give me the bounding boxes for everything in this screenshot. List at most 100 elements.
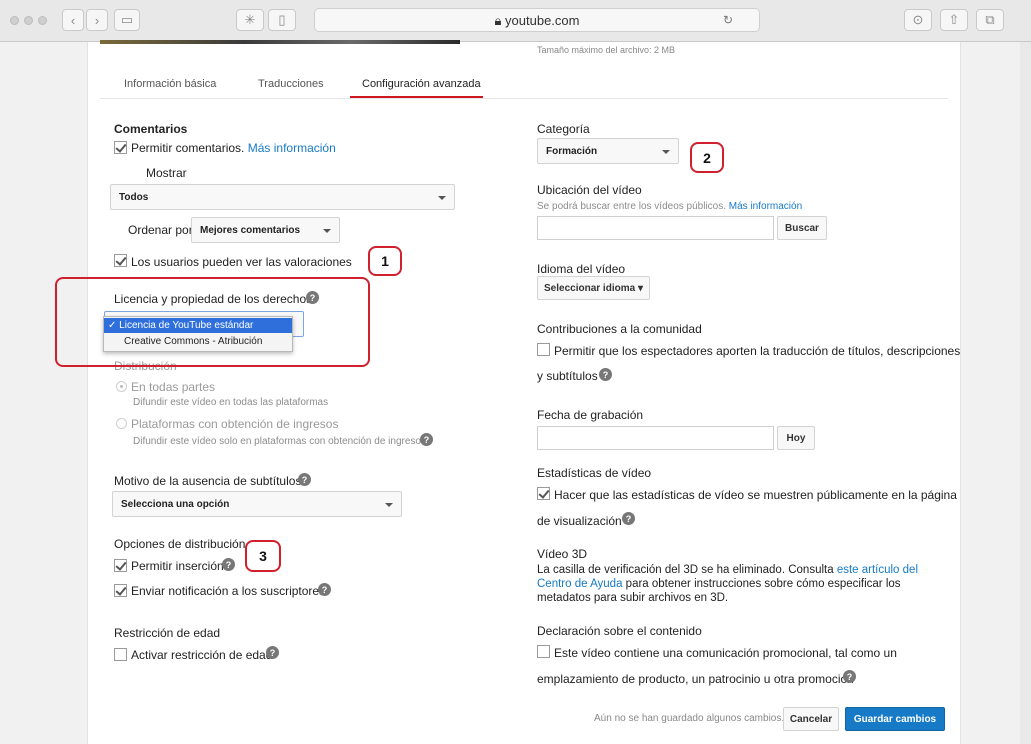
chevron-down-icon <box>323 229 331 233</box>
paid-promotion-label-2: emplazamiento de producto, un patrocinio… <box>537 672 854 686</box>
video-3d-text-3: metadatos para subir archivos en 3D. <box>537 592 729 604</box>
save-changes-button[interactable]: Guardar cambios <box>845 707 945 731</box>
help-icon[interactable]: ? <box>318 583 331 596</box>
distribution-options-title: Opciones de distribución <box>114 537 246 551</box>
video-stats-title: Estadísticas de vídeo <box>537 466 652 480</box>
age-restriction-checkbox[interactable] <box>114 648 127 661</box>
reload-icon[interactable]: ↻ <box>723 13 733 27</box>
community-title: Contribuciones a la comunidad <box>537 322 702 336</box>
thumbnail-strip <box>100 40 460 44</box>
show-comments-select[interactable]: Todos <box>110 184 455 210</box>
chevron-down-icon <box>385 503 393 507</box>
community-contrib-label-1: Permitir que los espectadores aporten la… <box>554 344 961 358</box>
content-declaration-title: Declaración sobre el contenido <box>537 624 702 638</box>
address-bar[interactable]: 🔒︎ youtube.com ↻ <box>314 8 760 32</box>
chevron-down-icon <box>662 150 670 154</box>
distribution-everywhere-desc: Difundir este vídeo en todas las platafo… <box>133 397 329 408</box>
public-stats-checkbox[interactable] <box>537 487 550 500</box>
paid-promotion-checkbox[interactable] <box>537 645 550 658</box>
video-3d-title: Vídeo 3D <box>537 547 588 561</box>
chevron-down-icon <box>438 196 446 200</box>
help-icon[interactable]: ? <box>222 558 235 571</box>
page-left-margin <box>0 42 88 744</box>
annotation-highlight-box <box>55 277 370 367</box>
url-text: youtube.com <box>505 13 580 28</box>
sort-by-label: Ordenar por <box>128 223 193 237</box>
help-icon[interactable]: ? <box>843 670 856 683</box>
comments-title: Comentarios <box>114 122 188 136</box>
distribution-monetized-label: Plataformas con obtención de ingresos <box>131 417 339 431</box>
annotation-marker-3: 3 <box>245 540 281 572</box>
show-label: Mostrar <box>146 166 187 180</box>
category-title: Categoría <box>537 122 590 136</box>
today-button[interactable]: Hoy <box>777 426 815 450</box>
browser-toolbar: ‹ › ▭ ✳ ▯ 🔒︎ youtube.com ↻ ⊙ ⇧ ⧉ <box>0 0 1031 42</box>
tab-translations[interactable]: Traducciones <box>258 78 324 90</box>
location-input[interactable] <box>537 216 774 240</box>
cancel-button[interactable]: Cancelar <box>783 707 839 731</box>
ratings-visible-label: Los usuarios pueden ver las valoraciones <box>131 255 352 269</box>
recording-date-input[interactable] <box>537 426 774 450</box>
help-icon[interactable]: ? <box>420 433 433 446</box>
location-more-info-link[interactable]: Más información <box>729 201 802 212</box>
back-icon[interactable]: ‹ <box>62 9 84 31</box>
sidebar-icon[interactable]: ▭ <box>114 9 140 31</box>
language-title: Idioma del vídeo <box>537 262 626 276</box>
tab-advanced-settings[interactable]: Configuración avanzada <box>362 78 481 90</box>
help-icon[interactable]: ? <box>599 368 612 381</box>
video-3d-text-2: Centro de Ayuda para obtener instruccion… <box>537 578 901 590</box>
public-stats-label-1: Hacer que las estadísticas de vídeo se m… <box>554 488 957 502</box>
annotation-marker-2: 2 <box>690 142 724 173</box>
no-subtitles-title: Motivo de la ausencia de subtítulos <box>114 474 302 488</box>
location-title: Ubicación del vídeo <box>537 183 642 197</box>
lock-icon: 🔒︎ <box>494 13 502 28</box>
notify-subscribers-checkbox[interactable] <box>114 584 127 597</box>
comments-more-info-link[interactable]: Más información <box>248 141 336 155</box>
caret-down-icon: ▾ <box>637 282 643 294</box>
notify-subscribers-label: Enviar notificación a los suscriptores <box>131 584 326 598</box>
tabs-divider <box>100 98 948 99</box>
paid-promotion-label-1: Este vídeo contiene una comunicación pro… <box>554 646 897 660</box>
annotation-marker-1: 1 <box>368 246 402 276</box>
help-icon[interactable]: ? <box>622 512 635 525</box>
help-center-link[interactable]: Centro de Ayuda <box>537 578 622 590</box>
close-window-icon[interactable] <box>10 16 19 25</box>
extension-icon[interactable]: ✳ <box>236 9 264 31</box>
forward-icon[interactable]: › <box>86 9 108 31</box>
help-icon[interactable]: ? <box>298 473 311 486</box>
share-icon[interactable]: ⇧ <box>940 9 968 31</box>
download-icon[interactable]: ⊙ <box>904 9 932 31</box>
community-contrib-label-2: y subtítulos <box>537 369 598 383</box>
no-subtitles-select[interactable]: Selecciona una opción <box>112 491 402 517</box>
active-tab-indicator <box>350 96 483 98</box>
scrollbar[interactable] <box>1020 42 1031 744</box>
community-contrib-checkbox[interactable] <box>537 343 550 356</box>
location-desc: Se podrá buscar entre los vídeos público… <box>537 201 803 212</box>
allow-comments-label: Permitir comentarios. Más información <box>131 141 336 155</box>
category-select[interactable]: Formación <box>537 138 679 164</box>
distribution-everywhere-radio[interactable] <box>116 381 127 392</box>
age-restriction-label: Activar restricción de edad <box>131 648 273 662</box>
age-restriction-title: Restricción de edad <box>114 626 221 640</box>
search-location-button[interactable]: Buscar <box>777 216 827 240</box>
ratings-visible-checkbox[interactable] <box>114 254 127 267</box>
tabs-icon[interactable]: ⧉ <box>976 9 1004 31</box>
file-size-note: Tamaño máximo del archivo: 2 MB <box>537 45 676 55</box>
help-article-link[interactable]: este artículo del <box>837 564 918 576</box>
sort-comments-select[interactable]: Mejores comentarios <box>191 217 340 243</box>
help-icon[interactable]: ? <box>266 646 279 659</box>
distribution-everywhere-label: En todas partes <box>131 380 216 394</box>
page-icon[interactable]: ▯ <box>268 9 296 31</box>
distribution-monetized-radio[interactable] <box>116 418 127 429</box>
minimize-window-icon[interactable] <box>24 16 33 25</box>
distribution-monetized-desc: Difundir este vídeo solo en plataformas … <box>133 436 426 447</box>
video-3d-text-1: La casilla de verificación del 3D se ha … <box>537 564 918 576</box>
zoom-window-icon[interactable] <box>38 16 47 25</box>
public-stats-label-2: de visualización <box>537 514 622 528</box>
allow-embed-label: Permitir inserción <box>131 559 224 573</box>
tab-basic-info[interactable]: Información básica <box>124 78 216 90</box>
recording-date-title: Fecha de grabación <box>537 408 644 422</box>
language-select[interactable]: Seleccionar idioma ▾ <box>537 276 650 300</box>
allow-comments-checkbox[interactable] <box>114 141 127 154</box>
allow-embed-checkbox[interactable] <box>114 559 127 572</box>
